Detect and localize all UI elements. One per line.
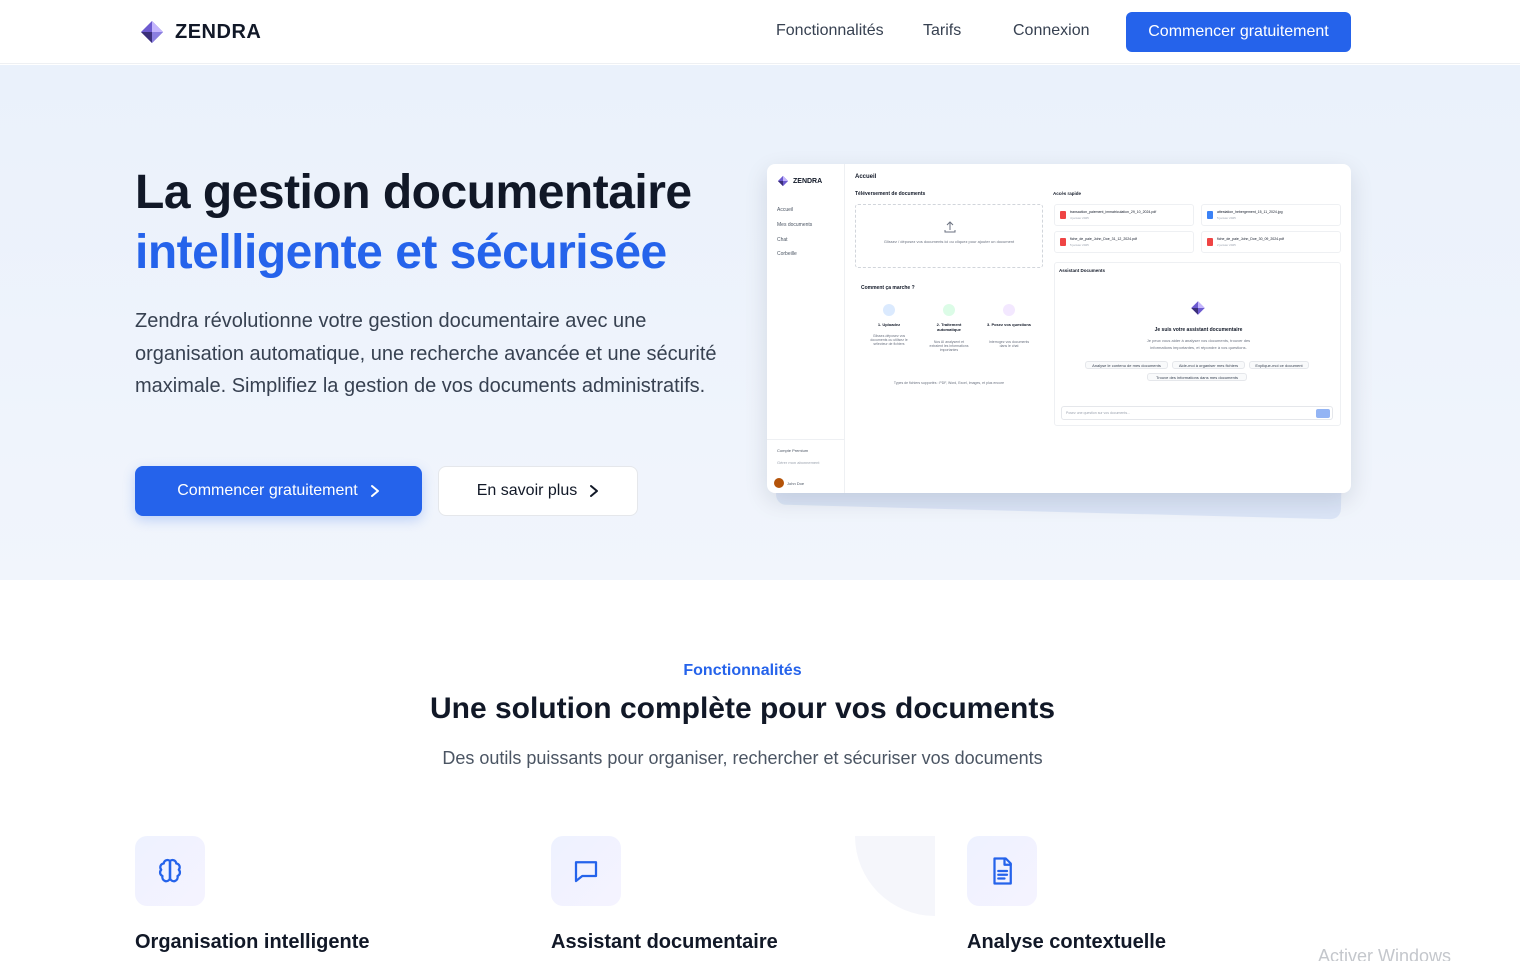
mockup-file-types: Types de fichiers supportés : PDF, Word,… — [893, 381, 1005, 385]
feature-icon-box — [135, 836, 205, 906]
zendra-logo-icon — [1191, 301, 1205, 315]
mockup-file-name: attestation_hebergement_15_11_2024.jpg — [1217, 210, 1283, 214]
features-eyebrow: Fonctionnalités — [683, 662, 802, 679]
mockup-step-desc: Interrogez vos documents dans le chat — [988, 340, 1030, 348]
process-step-icon — [943, 304, 955, 316]
features-subtitle: Des outils puissants pour organiser, rec… — [442, 748, 1043, 768]
question-step-icon — [1003, 304, 1015, 316]
nav-link-login[interactable]: Connexion — [1013, 22, 1090, 40]
mockup-manage: Gérer mon abonnement — [777, 460, 820, 465]
upload-icon — [944, 221, 956, 233]
mockup-nav-chat: Chat — [777, 237, 788, 243]
mockup-assistant-title: Assistant Documents — [1059, 268, 1106, 273]
mockup-upload-title: Téléversement de documents — [855, 191, 926, 197]
mockup-brand: ZENDRA — [793, 177, 823, 185]
pdf-icon — [1207, 238, 1213, 246]
hero-title-line2: intelligente et sécurisée — [135, 226, 667, 279]
mockup-nav-documents: Mes documents — [777, 222, 813, 228]
chevron-right-icon — [370, 485, 379, 497]
mockup-premium: Compte Premium — [777, 448, 809, 453]
mockup-step-title: 3. Posez vos questions — [987, 322, 1032, 327]
mockup-upload-hint: Glissez / déposez vos documents ici ou c… — [883, 239, 1015, 244]
mockup-file-name: transaction_paiement_immatriculation_29_… — [1070, 210, 1157, 214]
mockup-quick-title: Accès rapide — [1053, 191, 1082, 196]
hero-start-button[interactable]: Commencer gratuitement — [135, 466, 422, 516]
hero-learn-more-label: En savoir plus — [476, 482, 578, 499]
mockup-upload-zone: Glissez / déposez vos documents ici ou c… — [855, 204, 1043, 268]
mockup-how-title: Comment ça marche ? — [861, 285, 915, 291]
mockup-suggestion-chip: Explique-moi ce document — [1249, 361, 1309, 369]
mockup-input-placeholder: Posez une question sur vos documents... — [1066, 411, 1131, 415]
avatar — [774, 478, 784, 488]
hero-start-label: Commencer gratuitement — [177, 482, 358, 499]
nav-signup-button[interactable]: Commencer gratuitement — [1126, 12, 1351, 52]
mockup-user-name: John Doe — [787, 481, 805, 486]
mockup-file-card: fiche_de_paie_John_Doe_30_09_2024.pdf 2 … — [1201, 231, 1341, 253]
windows-activation-watermark: Activer Windows — [1318, 946, 1452, 961]
brand-name: ZENDRA — [175, 20, 262, 43]
pdf-icon — [1060, 238, 1066, 246]
chat-icon — [574, 861, 598, 883]
brain-icon — [158, 858, 182, 883]
mockup-assistant-panel: Assistant Documents Je suis votre assist… — [1054, 262, 1341, 426]
mockup-file-date: 5 janvier 2025 — [1217, 216, 1236, 220]
decorative-shape — [855, 836, 935, 916]
zendra-logo-icon — [141, 21, 163, 43]
nav-link-features[interactable]: Fonctionnalités — [776, 22, 884, 40]
mockup-file-date: 4 janvier 2025 — [1070, 216, 1089, 220]
nav-link-pricing[interactable]: Tarifs — [923, 22, 961, 40]
mockup-file-card: attestation_hebergement_15_11_2024.jpg 5… — [1201, 204, 1341, 226]
mockup-file-name: fiche_de_paie_John_Doe_31_12_2024.pdf — [1070, 237, 1137, 241]
mockup-assistant-desc: informations importantes, et répondre à … — [1150, 345, 1247, 350]
document-icon — [993, 857, 1012, 885]
mockup-nav-home: Accueil — [777, 207, 794, 213]
send-icon — [1316, 409, 1330, 418]
mockup-suggestion-chip: Trouve des informations dans mes documen… — [1147, 373, 1247, 381]
mockup-step-desc: Nos AI analysent et extraient les inform… — [929, 340, 969, 352]
feature-icon-box — [967, 836, 1037, 906]
pdf-icon — [1060, 211, 1066, 219]
mockup-step-title: 2. Traitement automatique — [936, 322, 962, 332]
image-file-icon — [1207, 211, 1213, 219]
mockup-page-title: Accueil — [855, 174, 877, 180]
top-navbar: ZENDRA Fonctionnalités Tarifs Connexion … — [0, 0, 1520, 64]
chevron-right-icon — [590, 485, 599, 497]
hero-description: Zendra révolutionne votre gestion docume… — [135, 310, 717, 397]
app-mockup-screenshot: ZENDRA Accueil Mes documents Chat Corbei… — [767, 164, 1351, 493]
mockup-file-card: fiche_de_paie_John_Doe_31_12_2024.pdf 5 … — [1054, 231, 1194, 253]
mockup-nav-trash: Corbeille — [777, 251, 797, 257]
mockup-sidebar: ZENDRA Accueil Mes documents Chat Corbei… — [767, 164, 845, 493]
mockup-file-date: 5 janvier 2025 — [1070, 243, 1089, 247]
mockup-step-title: 1. Uploadez — [877, 322, 901, 327]
feature-title: Analyse contextuelle — [967, 931, 1166, 953]
mockup-file-card: transaction_paiement_immatriculation_29_… — [1054, 204, 1194, 226]
mockup-step-desc: Glissez-déposez vos documents ou utilise… — [870, 334, 908, 346]
brand-logo[interactable]: ZENDRA — [139, 19, 261, 45]
hero-title-line1: La gestion documentaire — [135, 166, 692, 219]
mockup-file-name: fiche_de_paie_John_Doe_30_09_2024.pdf — [1217, 237, 1284, 241]
upload-step-icon — [883, 304, 895, 316]
zendra-logo-icon — [777, 175, 789, 187]
mockup-file-date: 2 janvier 2025 — [1217, 243, 1236, 247]
features-title: Une solution complète pour vos documents — [429, 692, 1056, 725]
mockup-assistant-heading: Je suis votre assistant documentaire — [1154, 327, 1243, 333]
hero-learn-more-button[interactable]: En savoir plus — [438, 466, 638, 516]
mockup-divider — [767, 439, 845, 440]
mockup-suggestion-chip: Analyse le contenu de mes documents — [1085, 361, 1168, 369]
feature-icon-box — [551, 836, 621, 906]
feature-title: Assistant documentaire — [551, 931, 778, 953]
mockup-logo: ZENDRA — [777, 175, 822, 187]
mockup-assistant-desc: Je peux vous aider à analyser vos docume… — [1146, 338, 1251, 343]
mockup-chat-input: Posez une question sur vos documents... — [1061, 406, 1333, 420]
feature-title: Organisation intelligente — [135, 931, 370, 953]
mockup-suggestion-chip: Aide-moi à organiser mes fichiers — [1172, 361, 1245, 369]
